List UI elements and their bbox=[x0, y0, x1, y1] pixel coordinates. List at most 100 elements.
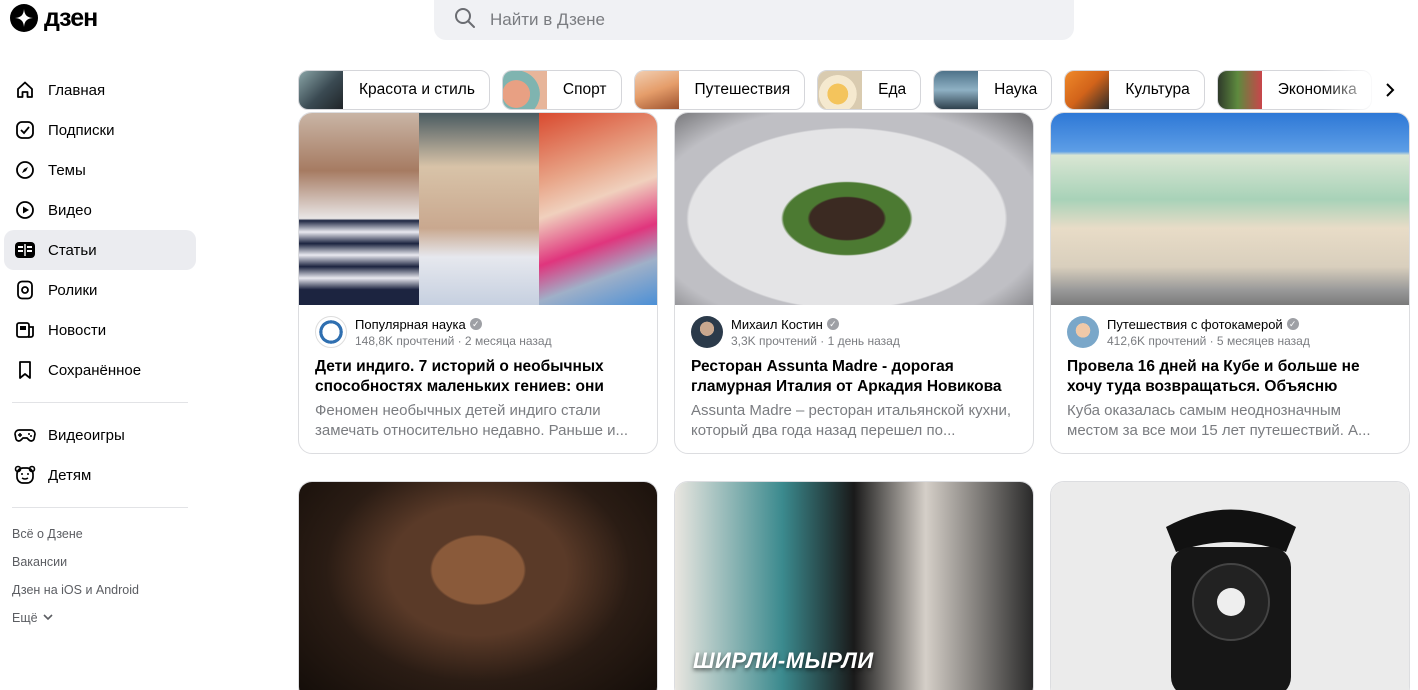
article-image bbox=[1051, 113, 1409, 305]
author-name: Путешествия с фотокамерой bbox=[1107, 316, 1283, 332]
dzen-logo[interactable]: дзен bbox=[10, 3, 98, 32]
topic-thumbnail bbox=[1217, 71, 1262, 109]
avatar bbox=[691, 316, 723, 348]
topic-sport[interactable]: Спорт bbox=[501, 70, 622, 110]
search-bar[interactable] bbox=[434, 0, 1074, 40]
topic-food[interactable]: Еда bbox=[817, 70, 922, 110]
shorts-icon bbox=[14, 279, 36, 301]
sidebar-item-label: Новости bbox=[48, 321, 107, 339]
topic-thumbnail bbox=[1065, 71, 1110, 109]
article-card[interactable] bbox=[298, 481, 658, 690]
video-icon bbox=[14, 199, 36, 221]
article-card[interactable]: ШИРЛИ-МЫРЛИ bbox=[674, 481, 1034, 690]
article-image bbox=[299, 482, 657, 690]
logo-text: дзен bbox=[44, 3, 98, 32]
footer-link-about[interactable]: Всё о Дзене bbox=[12, 520, 196, 548]
topic-beauty[interactable]: Красота и стиль bbox=[298, 70, 490, 110]
topic-label: Наука bbox=[994, 81, 1038, 98]
sidebar-item-subscriptions[interactable]: Подписки bbox=[4, 110, 196, 150]
sidebar-item-label: Ролики bbox=[48, 281, 98, 299]
article-meta: 412,6K прочтений · 5 месяцев назад bbox=[1107, 333, 1310, 348]
sidebar-item-label: Статьи bbox=[48, 241, 97, 259]
article-title[interactable]: Ресторан Assunta Madre - дорогая гламурн… bbox=[691, 357, 1017, 397]
topic-thumbnail bbox=[818, 71, 863, 109]
topic-thumbnail bbox=[502, 71, 547, 109]
gamepad-icon bbox=[14, 424, 36, 446]
chevron-down-icon bbox=[42, 611, 54, 625]
avatar bbox=[1067, 316, 1099, 348]
verified-icon: ✓ bbox=[469, 318, 482, 330]
topic-culture[interactable]: Культура bbox=[1064, 70, 1205, 110]
sidebar-item-label: Видеоигры bbox=[48, 426, 125, 444]
sidebar: Главная Подписки Темы Видео Статьи Ролик… bbox=[4, 70, 196, 632]
verified-icon: ✓ bbox=[826, 318, 839, 330]
sidebar-item-label: Видео bbox=[48, 201, 92, 219]
search-input[interactable] bbox=[490, 10, 1050, 30]
sidebar-item-articles[interactable]: Статьи bbox=[4, 230, 196, 270]
search-icon bbox=[454, 7, 476, 34]
sidebar-footer: Всё о Дзене Вакансии Дзен на iOS и Andro… bbox=[4, 520, 196, 632]
article-card[interactable] bbox=[1050, 481, 1410, 690]
topic-thumbnail bbox=[934, 71, 979, 109]
dzen-star-icon bbox=[10, 4, 38, 32]
topics-fade bbox=[1322, 70, 1418, 110]
article-title[interactable]: Провела 16 дней на Кубе и больше не хочу… bbox=[1067, 357, 1393, 397]
sidebar-item-saved[interactable]: Сохранённое bbox=[4, 350, 196, 390]
article-meta: 3,3K прочтений · 1 день назад bbox=[731, 333, 900, 348]
topic-label: Красота и стиль bbox=[359, 81, 475, 98]
footer-link-more[interactable]: Ещё bbox=[12, 604, 196, 632]
sidebar-item-topics[interactable]: Темы bbox=[4, 150, 196, 190]
sidebar-item-shorts[interactable]: Ролики bbox=[4, 270, 196, 310]
topic-label: Культура bbox=[1125, 81, 1190, 98]
sidebar-item-label: Главная bbox=[48, 81, 106, 99]
article-card[interactable]: Путешествия с фотокамерой ✓ 412,6K прочте… bbox=[1050, 112, 1410, 454]
news-icon bbox=[14, 319, 36, 341]
sidebar-item-label: Подписки bbox=[48, 121, 115, 139]
telephone-image bbox=[1166, 509, 1296, 690]
article-image bbox=[675, 113, 1033, 305]
image-caption: ШИРЛИ-МЫРЛИ bbox=[693, 648, 874, 673]
article-snippet: Феномен необычных детей индиго стали зам… bbox=[315, 402, 629, 439]
more-label: Ещё bbox=[12, 611, 38, 625]
topic-thumbnail bbox=[634, 71, 679, 109]
article-snippet: Assunta Madre – ресторан итальянской кух… bbox=[691, 402, 1012, 439]
article-card[interactable]: Популярная наука ✓ 148,8K прочтений · 2 м… bbox=[298, 112, 658, 454]
articles-icon bbox=[14, 239, 36, 261]
footer-link-jobs[interactable]: Вакансии bbox=[12, 548, 196, 576]
article-image: ШИРЛИ-МЫРЛИ bbox=[675, 482, 1033, 690]
topics-carousel: Красота и стиль Спорт Путешествия Еда На… bbox=[298, 70, 1412, 110]
author-row[interactable]: Михаил Костин ✓ 3,3K прочтений · 1 день н… bbox=[691, 315, 1017, 349]
sidebar-item-videogames[interactable]: Видеоигры bbox=[4, 415, 196, 455]
article-image bbox=[299, 113, 657, 305]
topic-travel[interactable]: Путешествия bbox=[633, 70, 806, 110]
footer-link-apps[interactable]: Дзен на iOS и Android bbox=[12, 576, 196, 604]
bookmark-icon bbox=[14, 359, 36, 381]
author-row[interactable]: Популярная наука ✓ 148,8K прочтений · 2 м… bbox=[315, 315, 641, 349]
sidebar-item-label: Темы bbox=[48, 161, 86, 179]
home-icon bbox=[14, 79, 36, 101]
article-snippet: Куба оказалась самым неоднозначным место… bbox=[1067, 402, 1371, 439]
sidebar-item-home[interactable]: Главная bbox=[4, 70, 196, 110]
article-image bbox=[1051, 482, 1409, 690]
article-meta: 148,8K прочтений · 2 месяца назад bbox=[355, 333, 552, 348]
author-name: Михаил Костин bbox=[731, 316, 823, 332]
kids-icon bbox=[14, 464, 36, 486]
sidebar-item-news[interactable]: Новости bbox=[4, 310, 196, 350]
compass-icon bbox=[14, 159, 36, 181]
sidebar-item-video[interactable]: Видео bbox=[4, 190, 196, 230]
sidebar-item-label: Сохранённое bbox=[48, 361, 142, 379]
author-name: Популярная наука bbox=[355, 316, 466, 332]
chevron-right-icon[interactable] bbox=[1378, 78, 1402, 102]
article-title[interactable]: Дети индиго. 7 историй о необычных спосо… bbox=[315, 357, 641, 397]
topic-label: Путешествия bbox=[694, 81, 791, 98]
sidebar-item-kids[interactable]: Детям bbox=[4, 455, 196, 495]
topic-science[interactable]: Наука bbox=[933, 70, 1053, 110]
author-row[interactable]: Путешествия с фотокамерой ✓ 412,6K прочте… bbox=[1067, 315, 1393, 349]
sidebar-divider bbox=[12, 507, 188, 508]
topic-label: Спорт bbox=[562, 81, 607, 98]
article-card[interactable]: Михаил Костин ✓ 3,3K прочтений · 1 день н… bbox=[674, 112, 1034, 454]
subscriptions-icon bbox=[14, 119, 36, 141]
sidebar-item-label: Детям bbox=[48, 466, 92, 484]
topic-label: Еда bbox=[878, 81, 907, 98]
topic-thumbnail bbox=[299, 71, 343, 109]
